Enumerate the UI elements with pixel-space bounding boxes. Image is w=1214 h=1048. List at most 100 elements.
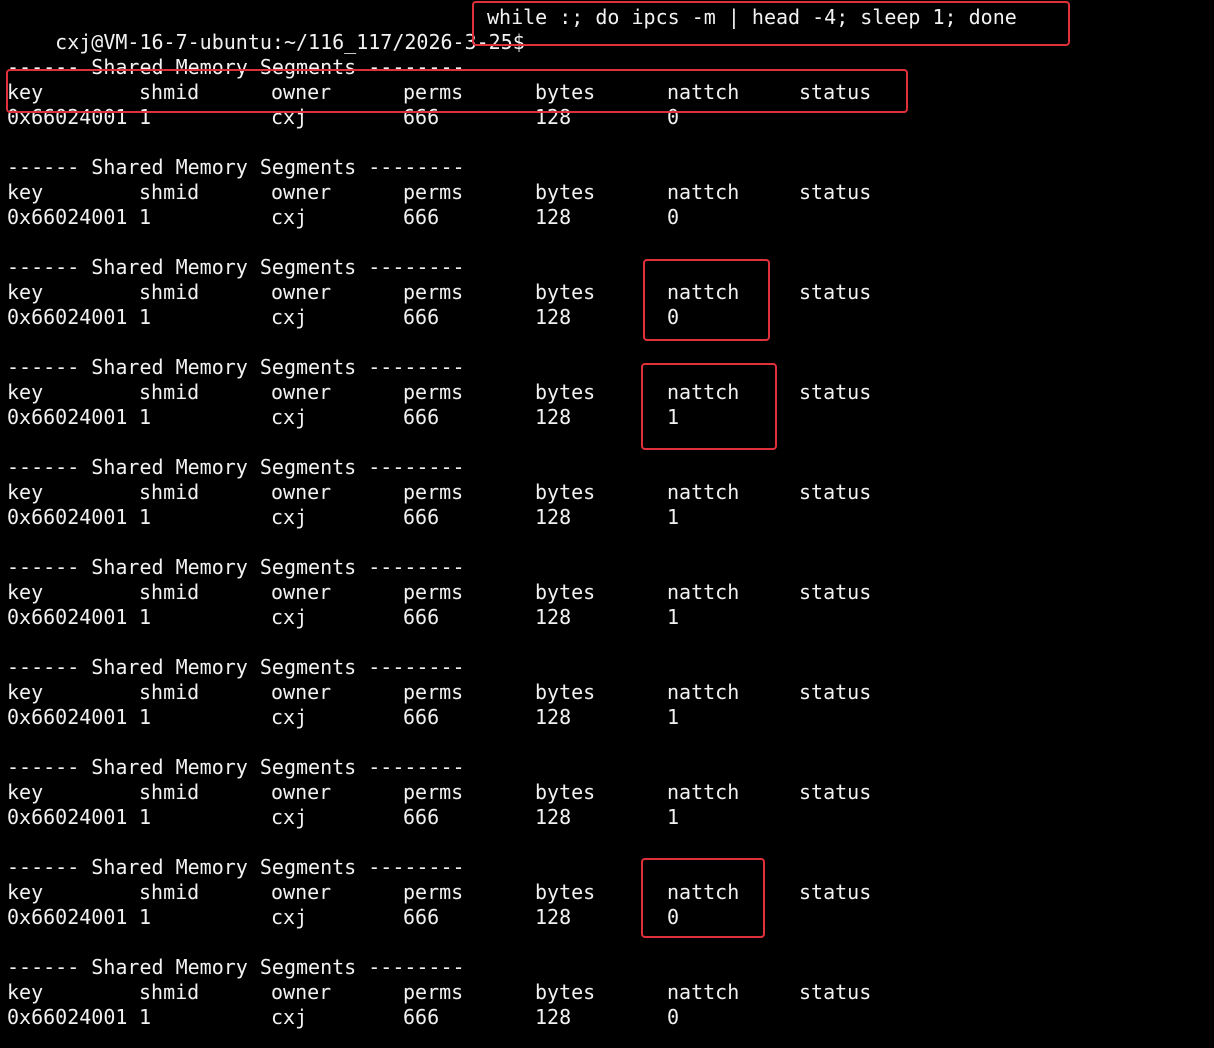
segment-owner: cxj xyxy=(271,405,308,429)
column-header-perms: perms xyxy=(403,180,464,204)
column-header-bytes: bytes xyxy=(535,80,596,104)
segment-bytes: 128 xyxy=(535,1005,572,1029)
column-header-bytes: bytes xyxy=(535,780,596,804)
segment-nattch: 0 xyxy=(667,305,680,329)
column-header-nattch: nattch xyxy=(667,880,740,904)
segment-shmid: 1 xyxy=(139,1005,152,1029)
segment-shmid: 1 xyxy=(139,305,152,329)
segment-perms: 666 xyxy=(403,105,440,129)
segment-owner: cxj xyxy=(271,305,308,329)
segment-owner: cxj xyxy=(271,205,308,229)
column-header-owner: owner xyxy=(271,980,332,1004)
segment-shmid: 1 xyxy=(139,405,152,429)
segment-key: 0x66024001 xyxy=(7,505,128,529)
segment-key: 0x66024001 xyxy=(7,805,128,829)
column-header-owner: owner xyxy=(271,580,332,604)
column-header-key: key xyxy=(7,780,44,804)
column-header-nattch: nattch xyxy=(667,980,740,1004)
segment-perms: 666 xyxy=(403,305,440,329)
segment-owner: cxj xyxy=(271,1005,308,1029)
segment-shmid: 1 xyxy=(139,905,152,929)
segment-perms: 666 xyxy=(403,505,440,529)
column-header-nattch: nattch xyxy=(667,480,740,504)
segment-bytes: 128 xyxy=(535,405,572,429)
segment-key: 0x66024001 xyxy=(7,105,128,129)
segments-header: ------ Shared Memory Segments -------- xyxy=(7,855,465,879)
column-header-owner: owner xyxy=(271,780,332,804)
column-header-shmid: shmid xyxy=(139,880,200,904)
segment-key: 0x66024001 xyxy=(7,1005,128,1029)
column-header-owner: owner xyxy=(271,80,332,104)
segments-header: ------ Shared Memory Segments -------- xyxy=(7,955,465,979)
column-header-perms: perms xyxy=(403,980,464,1004)
nattch-highlight-box xyxy=(641,363,777,450)
column-header-owner: owner xyxy=(271,380,332,404)
segment-key: 0x66024001 xyxy=(7,305,128,329)
column-header-bytes: bytes xyxy=(535,380,596,404)
segment-owner: cxj xyxy=(271,905,308,929)
column-header-shmid: shmid xyxy=(139,180,200,204)
column-header-key: key xyxy=(7,580,44,604)
segment-shmid: 1 xyxy=(139,105,152,129)
column-header-shmid: shmid xyxy=(139,380,200,404)
column-header-bytes: bytes xyxy=(535,480,596,504)
column-header-status: status xyxy=(799,280,872,304)
segment-shmid: 1 xyxy=(139,705,152,729)
column-header-status: status xyxy=(799,780,872,804)
segment-perms: 666 xyxy=(403,705,440,729)
column-header-shmid: shmid xyxy=(139,780,200,804)
column-header-perms: perms xyxy=(403,880,464,904)
column-header-status: status xyxy=(799,880,872,904)
terminal-window[interactable]: cxj@VM-16-7-ubuntu:~/116_117/2026-3-25$ … xyxy=(0,0,1214,1048)
column-header-key: key xyxy=(7,480,44,504)
segment-shmid: 1 xyxy=(139,805,152,829)
segment-nattch: 1 xyxy=(667,405,680,429)
segment-key: 0x66024001 xyxy=(7,705,128,729)
column-header-nattch: nattch xyxy=(667,580,740,604)
segment-owner: cxj xyxy=(271,105,308,129)
segment-nattch: 1 xyxy=(667,705,680,729)
prompt-line: cxj@VM-16-7-ubuntu:~/116_117/2026-3-25$ … xyxy=(7,5,1017,54)
segment-bytes: 128 xyxy=(535,105,572,129)
column-header-status: status xyxy=(799,180,872,204)
segments-header: ------ Shared Memory Segments -------- xyxy=(7,55,465,79)
segment-key: 0x66024001 xyxy=(7,205,128,229)
segment-perms: 666 xyxy=(403,605,440,629)
segment-owner: cxj xyxy=(271,605,308,629)
segments-header: ------ Shared Memory Segments -------- xyxy=(7,155,465,179)
column-header-owner: owner xyxy=(271,880,332,904)
column-header-shmid: shmid xyxy=(139,80,200,104)
column-header-status: status xyxy=(799,380,872,404)
segment-bytes: 128 xyxy=(535,205,572,229)
column-header-key: key xyxy=(7,80,44,104)
column-header-owner: owner xyxy=(271,180,332,204)
column-header-key: key xyxy=(7,180,44,204)
segment-nattch: 0 xyxy=(667,205,680,229)
segment-bytes: 128 xyxy=(535,905,572,929)
segment-perms: 666 xyxy=(403,205,440,229)
column-header-bytes: bytes xyxy=(535,680,596,704)
column-header-bytes: bytes xyxy=(535,280,596,304)
column-header-nattch: nattch xyxy=(667,780,740,804)
segment-bytes: 128 xyxy=(535,805,572,829)
column-header-status: status xyxy=(799,680,872,704)
column-header-key: key xyxy=(7,280,44,304)
segment-perms: 666 xyxy=(403,405,440,429)
column-header-owner: owner xyxy=(271,680,332,704)
column-header-status: status xyxy=(799,980,872,1004)
segment-perms: 666 xyxy=(403,1005,440,1029)
column-header-owner: owner xyxy=(271,280,332,304)
segment-nattch: 1 xyxy=(667,605,680,629)
segment-key: 0x66024001 xyxy=(7,405,128,429)
column-header-bytes: bytes xyxy=(535,580,596,604)
segment-nattch: 1 xyxy=(667,805,680,829)
column-header-key: key xyxy=(7,980,44,1004)
segment-nattch: 0 xyxy=(667,105,680,129)
column-header-bytes: bytes xyxy=(535,880,596,904)
segments-header: ------ Shared Memory Segments -------- xyxy=(7,355,465,379)
column-header-key: key xyxy=(7,880,44,904)
column-header-owner: owner xyxy=(271,480,332,504)
shell-prompt: cxj@VM-16-7-ubuntu:~/116_117/2026-3-25$ xyxy=(55,30,525,54)
column-header-perms: perms xyxy=(403,280,464,304)
segment-owner: cxj xyxy=(271,505,308,529)
